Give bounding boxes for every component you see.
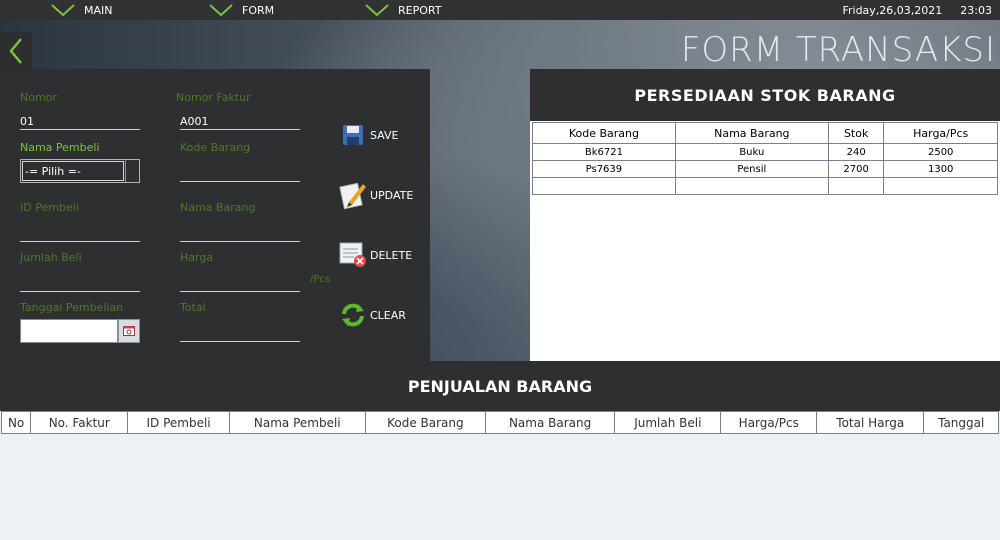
chevron-down-icon [51, 4, 75, 17]
nama-barang-field[interactable] [180, 225, 300, 242]
table-cell: Buku [674, 143, 829, 161]
stock-col-harga[interactable]: Harga/Pcs [883, 122, 998, 144]
dropdown-arrow-icon[interactable] [125, 160, 139, 182]
delete-button[interactable]: DELETE [336, 239, 426, 271]
table-cell: 2700 [827, 160, 885, 178]
update-label: UPDATE [370, 188, 414, 202]
top-nav-bar: MAIN FORM REPORT Friday,26,03,2021 23:03 [0, 0, 1000, 20]
sales-col-nama-barang[interactable]: Nama Barang [485, 411, 616, 434]
nama-pembeli-selected: -= Pilih =- [22, 161, 124, 181]
page-title: FORM TRANSAKSI [680, 30, 996, 70]
chevron-left-icon [9, 38, 22, 64]
delete-document-icon [339, 242, 366, 267]
update-button[interactable]: UPDATE [336, 179, 426, 211]
back-button[interactable] [0, 32, 32, 70]
nomor-faktur-field[interactable] [180, 113, 300, 130]
nav-report-label: REPORT [398, 3, 442, 17]
sales-col-id-pembeli[interactable]: ID Pembeli [127, 411, 230, 434]
sales-col-tanggal[interactable]: Tanggal [923, 411, 999, 434]
form-panel: Nomor Nomor Faktur Nama Pembeli -= Pilih… [0, 69, 430, 361]
nomor-label: Nomor [20, 91, 57, 104]
stock-panel: PERSEDIAAN STOK BARANG Kode Barang Nama … [530, 69, 1000, 361]
nomor-field[interactable] [20, 113, 140, 130]
calendar-button[interactable] [118, 319, 140, 343]
sales-col-no-faktur[interactable]: No. Faktur [30, 411, 129, 434]
sales-title: PENJUALAN BARANG [0, 361, 1000, 411]
table-cell: Ps7639 [532, 160, 676, 178]
table-cell [674, 177, 829, 195]
floppy-disk-icon [343, 125, 363, 145]
stock-table: Kode Barang Nama Barang Stok Harga/Pcs B… [532, 122, 998, 195]
refresh-icon [342, 303, 364, 327]
table-cell [827, 177, 885, 195]
jumlah-beli-field[interactable] [20, 275, 140, 292]
datetime: Friday,26,03,2021 23:03 [842, 0, 992, 20]
tanggal-input[interactable] [20, 319, 118, 343]
sales-col-nama-pembeli[interactable]: Nama Pembeli [228, 411, 366, 434]
nav-form-label: FORM [242, 3, 275, 17]
nav-form[interactable]: FORM [208, 0, 274, 20]
nav-main[interactable]: MAIN [50, 0, 113, 20]
sales-col-kode-barang[interactable]: Kode Barang [364, 411, 487, 434]
clear-label: CLEAR [370, 308, 406, 322]
table-row[interactable] [532, 177, 998, 195]
table-cell: Pensil [674, 160, 829, 178]
calendar-icon [123, 326, 135, 336]
sales-table: No No. Faktur ID Pembeli Nama Pembeli Ko… [0, 411, 999, 434]
sales-col-jumlah-beli[interactable]: Jumlah Beli [614, 411, 722, 434]
table-row[interactable]: Bk6721 Buku 240 2500 [532, 143, 998, 161]
stock-col-nama[interactable]: Nama Barang [674, 122, 829, 144]
nama-pembeli-select[interactable]: -= Pilih =- [20, 159, 140, 183]
tanggal-label: Tanggal Pembelian [20, 301, 124, 314]
sales-col-total-harga[interactable]: Total Harga [816, 411, 925, 434]
nav-main-label: MAIN [84, 3, 113, 17]
harga-unit: /Pcs [310, 274, 331, 285]
table-cell: 2500 [883, 143, 998, 161]
stock-title: PERSEDIAAN STOK BARANG [530, 69, 1000, 121]
id-pembeli-label: ID Pembeli [20, 201, 79, 214]
kode-barang-label: Kode Barang [180, 141, 251, 154]
date-text: Friday,26,03,2021 [842, 3, 943, 17]
harga-field[interactable] [180, 275, 300, 292]
save-button[interactable]: SAVE [336, 119, 426, 151]
kode-barang-field[interactable] [180, 165, 300, 182]
table-cell: Bk6721 [532, 143, 676, 161]
delete-label: DELETE [370, 248, 413, 262]
table-cell [532, 177, 676, 195]
nama-barang-label: Nama Barang [180, 201, 256, 214]
table-cell [883, 177, 998, 195]
sales-panel: No No. Faktur ID Pembeli Nama Pembeli Ko… [0, 411, 1000, 540]
time-text: 23:03 [960, 3, 992, 17]
nama-pembeli-label: Nama Pembeli [20, 141, 100, 154]
harga-label: Harga [180, 251, 214, 264]
nomor-faktur-label: Nomor Faktur [176, 91, 251, 104]
sales-col-harga[interactable]: Harga/Pcs [720, 411, 818, 434]
chevron-down-icon [365, 4, 389, 17]
table-row[interactable]: Ps7639 Pensil 2700 1300 [532, 160, 998, 178]
total-label: Total [180, 301, 206, 314]
sales-col-no[interactable]: No [0, 411, 32, 434]
table-cell: 240 [827, 143, 885, 161]
jumlah-beli-label: Jumlah Beli [20, 251, 82, 264]
stock-col-stok[interactable]: Stok [827, 122, 885, 144]
edit-document-icon [339, 182, 366, 210]
nav-report[interactable]: REPORT [364, 0, 441, 20]
chevron-down-icon [209, 4, 233, 17]
id-pembeli-field[interactable] [20, 225, 140, 242]
tanggal-date-picker [20, 319, 140, 343]
stock-col-kode[interactable]: Kode Barang [532, 122, 676, 144]
save-label: SAVE [370, 128, 399, 142]
total-field[interactable] [180, 325, 300, 342]
table-cell: 1300 [883, 160, 998, 178]
clear-button[interactable]: CLEAR [336, 299, 426, 331]
